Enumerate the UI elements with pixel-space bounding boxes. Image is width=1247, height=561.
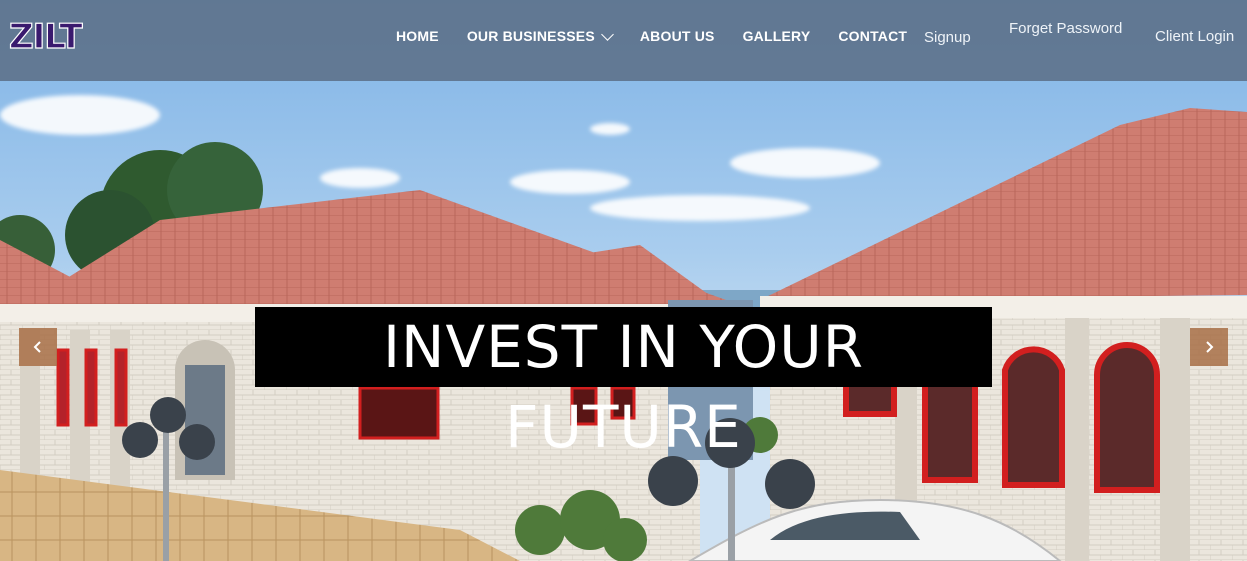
- chevron-left-icon: [33, 341, 41, 353]
- nav-about-us-label: ABOUT US: [639, 28, 715, 44]
- site-header: ZILT HOME OUR BUSINESSES ABOUT US GALLER…: [0, 0, 1247, 81]
- nav-contact[interactable]: CONTACT: [838, 28, 907, 44]
- brand-logo[interactable]: ZILT: [9, 14, 99, 54]
- hero-houses-illustration: [0, 108, 1247, 561]
- hero-carousel: [0, 0, 1247, 561]
- logo-text: ZILT: [9, 17, 83, 54]
- signup-link[interactable]: Signup: [924, 29, 971, 46]
- carousel-next-button[interactable]: [1190, 328, 1228, 366]
- nav-our-businesses[interactable]: OUR BUSINESSES: [466, 27, 614, 44]
- nav-our-businesses-label: OUR BUSINESSES: [466, 28, 595, 44]
- nav-about-us[interactable]: ABOUT US: [640, 28, 715, 44]
- chevron-down-icon: [601, 27, 614, 41]
- nav-gallery[interactable]: GALLERY: [743, 28, 811, 44]
- carousel-prev-button[interactable]: [19, 328, 57, 366]
- logo-mark: ZILT: [9, 16, 85, 54]
- nav-gallery-label: GALLERY: [742, 28, 811, 44]
- nav-home[interactable]: HOME: [396, 28, 439, 44]
- main-navigation: HOME OUR BUSINESSES ABOUT US GALLERY CON…: [396, 27, 907, 44]
- forget-password-link[interactable]: Forget Password: [1009, 20, 1122, 37]
- chevron-right-icon: [1206, 341, 1214, 353]
- client-login-link[interactable]: Client Login: [1155, 28, 1234, 45]
- nav-home-label: HOME: [396, 28, 439, 44]
- hero-headline: INVEST IN YOUR FUTURE: [255, 307, 992, 461]
- nav-contact-label: CONTACT: [838, 28, 908, 44]
